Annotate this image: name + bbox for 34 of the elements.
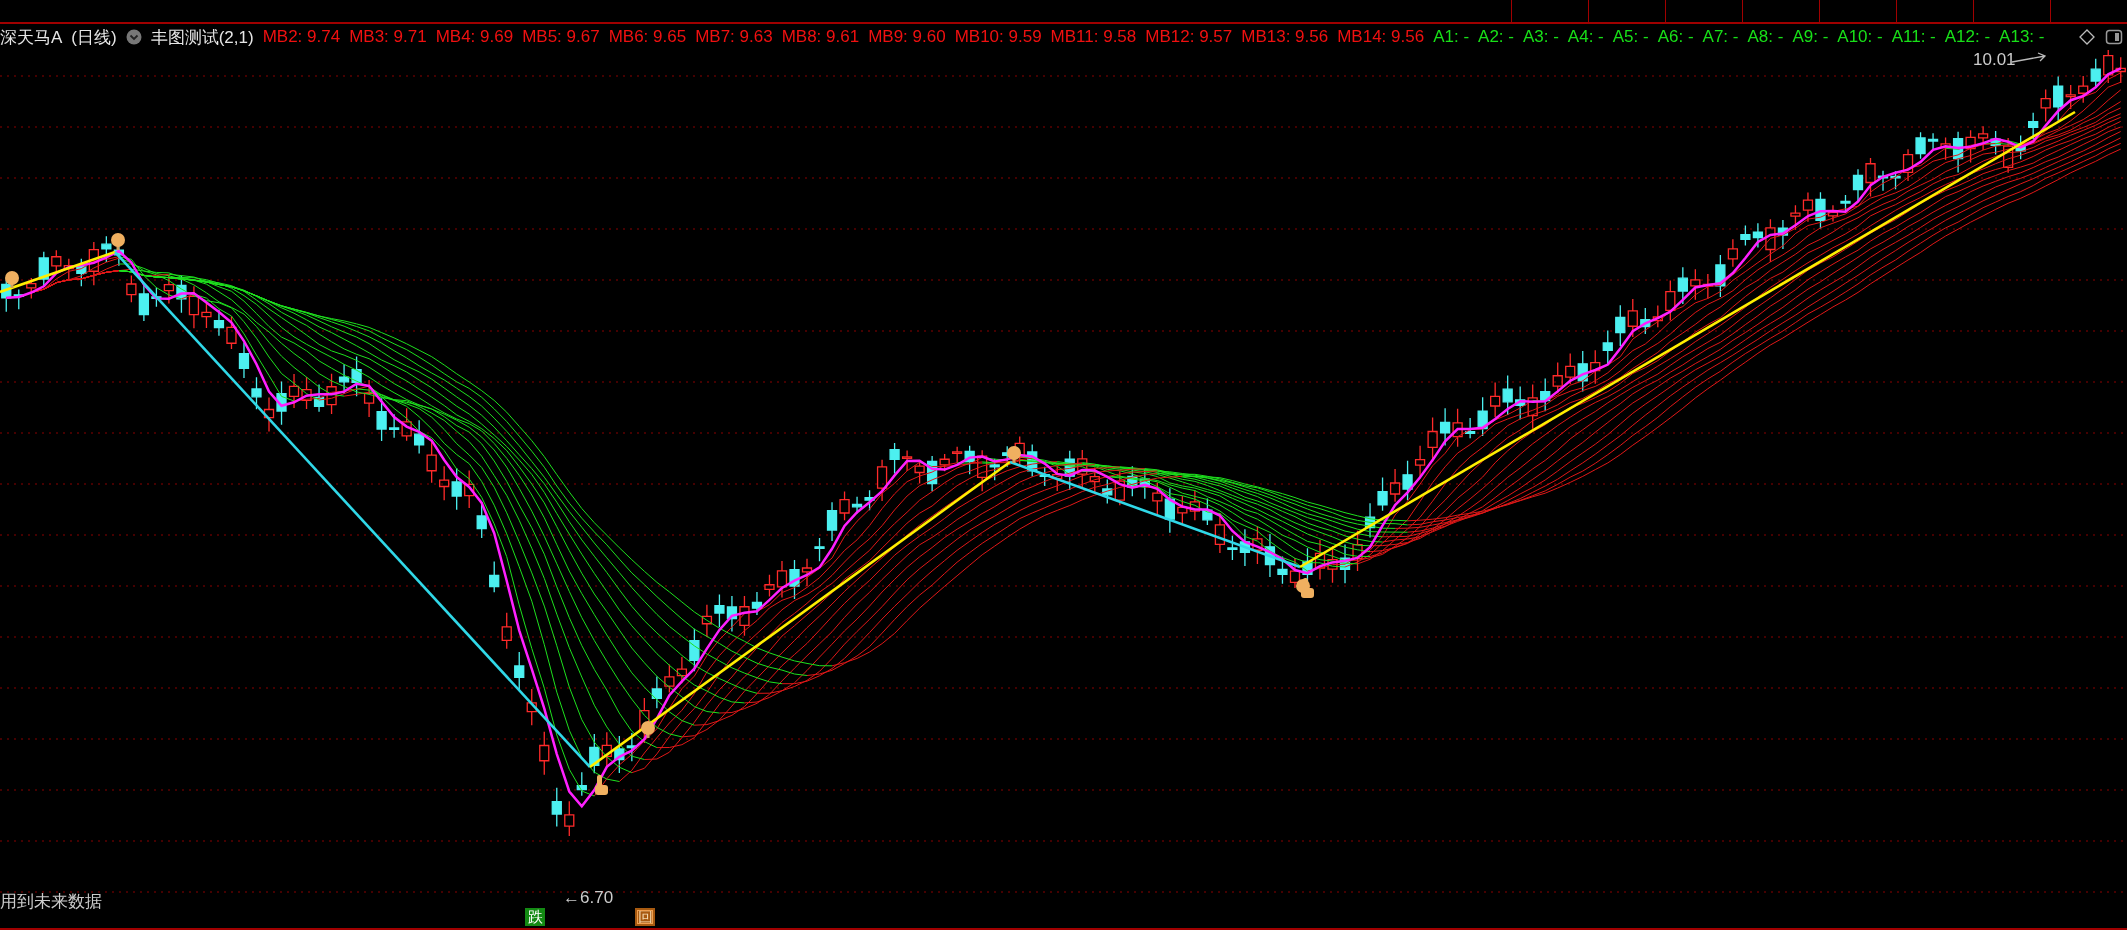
indicator-value: MB11: 9.58 <box>1050 27 1137 47</box>
indicator-value: MB14: 9.56 <box>1337 27 1425 47</box>
stock-name: 深天马A <box>0 26 63 49</box>
indicator-value: A6: - <box>1657 27 1694 47</box>
indicator-value: MB8: 9.61 <box>781 27 860 47</box>
indicator-value: MB13: 9.56 <box>1241 27 1329 47</box>
indicator-value: A5: - <box>1612 27 1649 47</box>
indicator-value: MB3: 9.71 <box>349 27 427 47</box>
indicator-value: A10: - <box>1837 27 1883 47</box>
warning-note: 用到未来数据 <box>0 891 102 913</box>
indicator-value: A1: - <box>1433 27 1470 47</box>
indicator-name: 丰图测试(2,1) <box>150 26 254 49</box>
indicator-value: A8: - <box>1747 27 1784 47</box>
signal-marker: 回 <box>635 908 655 926</box>
indicator-value: MB5: 9.67 <box>522 27 600 47</box>
indicator-value: A2: - <box>1478 27 1514 47</box>
period-label: (日线) <box>71 26 117 49</box>
indicator-value: MB10: 9.59 <box>954 27 1042 47</box>
indicator-value: A13: - <box>1999 27 2045 47</box>
indicator-value: MB6: 9.65 <box>608 27 687 47</box>
indicator-value: MB4: 9.69 <box>435 27 514 47</box>
indicator-value: A12: - <box>1944 27 1991 47</box>
indicator-value: A4: - <box>1567 27 1604 47</box>
price-label: 10.01 <box>1973 50 2016 70</box>
indicator-value: MB9: 9.60 <box>868 27 946 47</box>
indicator-value: A3: - <box>1522 27 1559 47</box>
indicator-value: A11: - <box>1891 27 1936 47</box>
indicator-value: MB7: 9.63 <box>695 27 773 47</box>
indicator-value: MB2: 9.74 <box>262 27 341 47</box>
indicator-value: A9: - <box>1792 27 1829 47</box>
signal-marker: 跌 <box>525 908 545 926</box>
price-label: ←6.70 <box>563 888 614 908</box>
indicator-value: A7: - <box>1702 27 1739 47</box>
indicator-value: MB12: 9.57 <box>1145 27 1233 47</box>
